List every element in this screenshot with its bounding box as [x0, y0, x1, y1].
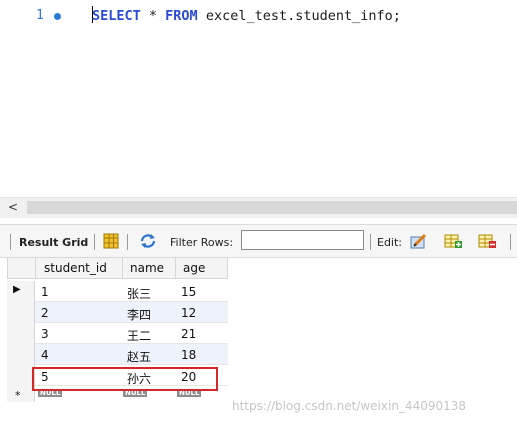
column-divider — [35, 257, 36, 279]
row-indicator[interactable] — [7, 365, 35, 386]
result-grid-toolbar: Result Grid Filter Rows: Edit: — [0, 224, 517, 258]
cell-name[interactable]: 赵五 — [127, 348, 151, 365]
filter-rows-input[interactable] — [241, 230, 364, 250]
query-table: excel_test.student_info; — [197, 8, 401, 24]
row-indicator[interactable]: * — [7, 386, 35, 402]
execution-marker-icon — [54, 13, 61, 20]
edit-label: Edit: — [377, 236, 403, 249]
cell-student-id[interactable]: 2 — [41, 306, 49, 320]
cell-age[interactable]: 12 — [181, 306, 196, 320]
query-star: * — [140, 8, 166, 24]
cell-age[interactable]: 15 — [181, 285, 196, 299]
row-indicator[interactable] — [7, 302, 35, 323]
column-header-age[interactable]: age — [183, 261, 205, 275]
new-row-icon: * — [15, 389, 21, 402]
editor-gutter: 1 — [0, 8, 82, 26]
keyword-from: FROM — [165, 8, 198, 24]
grid-layout-icon[interactable] — [102, 233, 120, 249]
cell-age[interactable]: 18 — [181, 348, 196, 362]
cell-name[interactable]: 王二 — [127, 327, 151, 344]
column-divider — [122, 257, 123, 279]
toolbar-divider — [10, 234, 11, 250]
highlight-box — [32, 367, 218, 391]
toolbar-divider — [370, 234, 371, 250]
column-header-student-id[interactable]: student_id — [44, 261, 107, 275]
filter-rows-label: Filter Rows: — [170, 236, 234, 249]
sql-query-line[interactable]: SELECT * FROM excel_test.student_info; — [92, 6, 401, 24]
scrollbar-track[interactable] — [27, 201, 517, 214]
cell-name[interactable]: 李四 — [127, 306, 151, 323]
scroll-left-icon[interactable]: < — [8, 200, 18, 214]
row-indicator[interactable]: ▶ — [7, 281, 35, 302]
watermark: https://blog.csdn.net/weixin_44090138 — [232, 399, 467, 413]
toolbar-divider — [94, 234, 95, 250]
line-number: 1 — [36, 8, 44, 23]
sql-editor[interactable]: 1 SELECT * FROM excel_test.student_info; — [0, 0, 517, 192]
cell-student-id[interactable]: 1 — [41, 285, 49, 299]
cell-name[interactable]: 张三 — [127, 285, 151, 302]
column-header-name[interactable]: name — [130, 261, 164, 275]
cell-student-id[interactable]: 4 — [41, 348, 49, 362]
current-row-icon: ▶ — [13, 284, 21, 295]
delete-row-icon[interactable] — [478, 233, 496, 249]
row-indicator[interactable] — [7, 344, 35, 365]
keyword-select: SELECT — [92, 8, 141, 24]
refresh-icon[interactable] — [139, 233, 157, 249]
result-grid-tab[interactable]: Result Grid — [19, 236, 88, 249]
result-grid[interactable]: student_id name age ▶ 1 张三 15 2 李四 12 3 … — [0, 257, 517, 426]
column-divider — [175, 257, 176, 279]
add-row-icon[interactable] — [444, 233, 462, 249]
row-indicator[interactable] — [7, 323, 35, 344]
cell-student-id[interactable]: 3 — [41, 327, 49, 341]
toolbar-divider — [510, 234, 511, 250]
edit-row-icon[interactable] — [410, 233, 428, 249]
cell-age[interactable]: 21 — [181, 327, 196, 341]
toolbar-divider — [127, 234, 128, 250]
editor-horizontal-scrollbar[interactable]: < — [0, 197, 517, 218]
